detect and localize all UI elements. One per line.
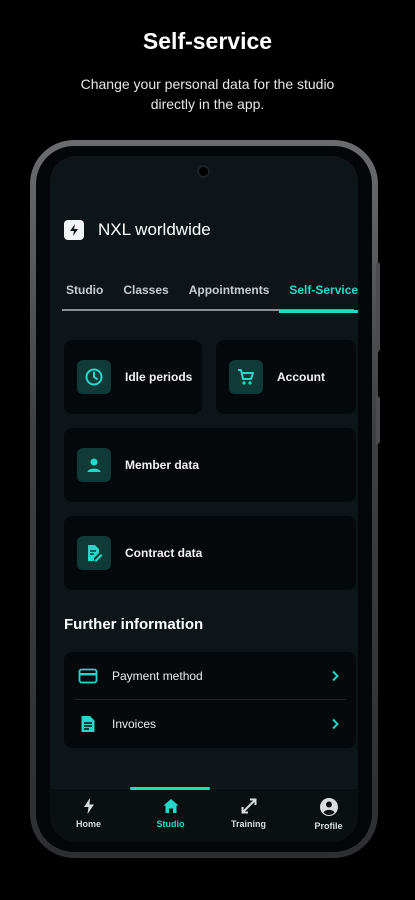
- phone-side-button-top: [376, 262, 380, 352]
- nav-training[interactable]: Training: [210, 797, 287, 829]
- nav-profile[interactable]: Profile: [290, 797, 358, 831]
- member-data-label: Member data: [125, 458, 200, 472]
- bottom-navigation: Home Studio Training Profile: [50, 787, 358, 842]
- tab-self-service[interactable]: Self-Service: [279, 281, 358, 313]
- invoices-row[interactable]: Invoices: [64, 700, 356, 748]
- tab-appointments[interactable]: Appointments: [189, 281, 270, 311]
- member-data-card[interactable]: Member data: [64, 428, 356, 502]
- cart-icon: [238, 369, 254, 385]
- bolt-logo-icon: [64, 220, 84, 240]
- contract-data-card[interactable]: Contract data: [64, 516, 356, 590]
- phone-side-button-bottom: [376, 396, 380, 444]
- account-circle-icon: [319, 798, 338, 816]
- promo-subtitle: Change your personal data for the studio…: [80, 76, 335, 112]
- clock-icon: [85, 368, 103, 386]
- document-icon: [78, 714, 98, 734]
- promo-title: Self-service: [142, 28, 273, 54]
- contract-data-label: Contract data: [125, 546, 203, 560]
- nav-studio-label: Studio: [156, 819, 185, 829]
- further-information-title: Further information: [64, 616, 204, 633]
- nav-home-label: Home: [75, 819, 101, 829]
- nav-home[interactable]: Home: [50, 797, 127, 829]
- nav-profile-label: Profile: [314, 821, 343, 831]
- chevron-right-icon: [328, 668, 342, 684]
- tab-classes[interactable]: Classes: [123, 281, 168, 311]
- house-icon: [163, 799, 178, 813]
- document-edit-icon: [88, 545, 103, 562]
- tab-studio[interactable]: Studio: [66, 281, 103, 311]
- phone-frame: NXL worldwide Studio Classes Appointment…: [30, 140, 380, 858]
- person-icon: [87, 458, 101, 472]
- app-screen: NXL worldwide Studio Classes Appointment…: [50, 156, 358, 842]
- person-icon-box: [77, 448, 111, 482]
- nav-active-indicator: [130, 787, 210, 790]
- front-camera: [197, 165, 210, 178]
- app-header: NXL worldwide: [64, 220, 211, 240]
- payment-method-row[interactable]: Payment method: [64, 652, 356, 700]
- document-edit-icon-box: [77, 536, 111, 570]
- app-name: NXL worldwide: [98, 220, 211, 239]
- cart-icon-box: [229, 360, 263, 394]
- bolt-icon: [83, 798, 94, 814]
- account-label: Account: [277, 370, 325, 384]
- credit-card-icon: [78, 666, 98, 686]
- nav-training-label: Training: [230, 819, 266, 829]
- nav-studio[interactable]: Studio: [132, 797, 209, 829]
- payment-method-label: Payment method: [112, 669, 203, 683]
- idle-periods-label: Idle periods: [125, 370, 193, 384]
- further-information-list: Payment method Invoices: [64, 652, 356, 748]
- clock-icon-box: [77, 360, 111, 394]
- arrows-expand-icon: [241, 798, 256, 814]
- phone-bezel: NXL worldwide Studio Classes Appointment…: [36, 146, 372, 852]
- invoices-label: Invoices: [112, 717, 157, 731]
- chevron-right-icon: [328, 716, 342, 732]
- idle-periods-card[interactable]: Idle periods: [64, 340, 202, 414]
- tab-bar: Studio Classes Appointments Self-Service: [62, 281, 358, 313]
- account-card[interactable]: Account: [216, 340, 356, 414]
